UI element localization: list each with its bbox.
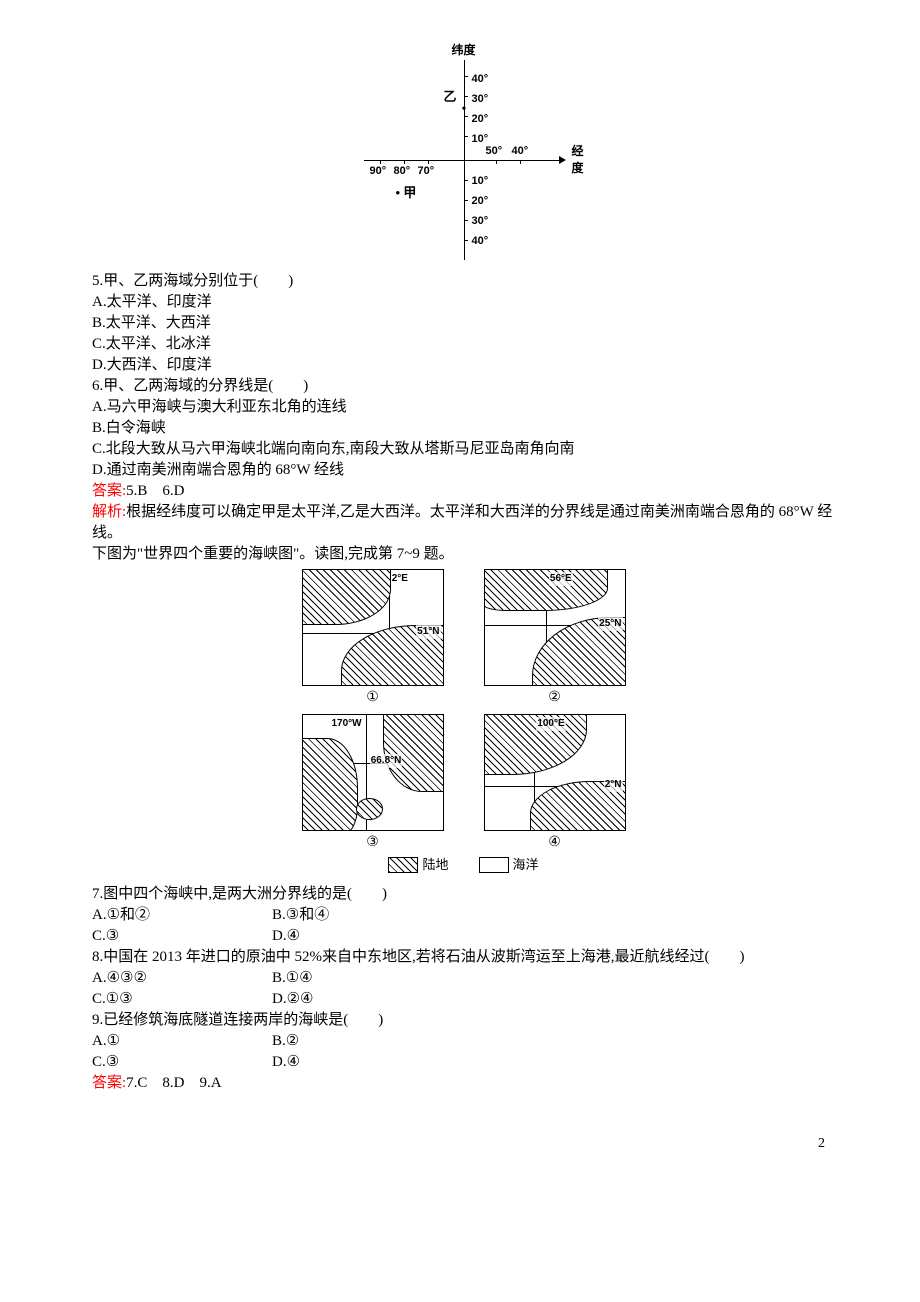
question-5: 5.甲、乙两海域分别位于( ) A.太平洋、印度洋 B.太平洋、大西洋 C.太平… [92,271,835,376]
page-number: 2 [92,1134,835,1154]
strait-1: 2°E 51°N ① [302,569,444,708]
coordinate-graph: 纬度 经度 40° 30° 20° 10° 10° 20° 30° 40° 90… [92,60,835,267]
q8-option-b: B.①④ [272,968,452,989]
strait-figure: 2°E 51°N ① 56°E 25°N ② [92,569,835,880]
q5-option-d: D.大西洋、印度洋 [92,355,835,376]
question-8: 8.中国在 2013 年进口的原油中 52%来自中东地区,若将石油从波斯湾运至上… [92,947,835,1010]
x-axis-label: 经度 [572,143,584,177]
q5-option-c: C.太平洋、北冰洋 [92,334,835,355]
q8-option-d: D.②④ [272,989,452,1010]
q8-option-c: C.①③ [92,989,272,1010]
strait-legend: 陆地 海洋 [302,856,626,874]
q8-stem: 8.中国在 2013 年进口的原油中 52%来自中东地区,若将石油从波斯湾运至上… [92,947,835,968]
figure-intro: 下图为"世界四个重要的海峡图"。读图,完成第 7~9 题。 [92,544,835,565]
q9-option-a: A.① [92,1031,272,1052]
analysis-5-6: 解析:根据经纬度可以确定甲是太平洋,乙是大西洋。太平洋和大西洋的分界线是通过南美… [92,502,835,544]
q6-option-d: D.通过南美洲南端合恩角的 68°W 经线 [92,460,835,481]
question-6: 6.甲、乙两海域的分界线是( ) A.马六甲海峡与澳大利亚东北角的连线 B.白令… [92,376,835,481]
strait-3: 170°W 66.8°N ③ [302,714,444,853]
q5-stem: 5.甲、乙两海域分别位于( ) [92,271,835,292]
q9-option-b: B.② [272,1031,452,1052]
q7-option-a: A.①和② [92,905,272,926]
q8-option-a: A.④③② [92,968,272,989]
q7-option-b: B.③和④ [272,905,452,926]
question-9: 9.已经修筑海底隧道连接两岸的海峡是( ) A.① B.② C.③ D.④ [92,1010,835,1073]
question-7: 7.图中四个海峡中,是两大洲分界线的是( ) A.①和② B.③和④ C.③ D… [92,884,835,947]
answer-5-6: 答案:5.B 6.D [92,481,835,502]
q9-stem: 9.已经修筑海底隧道连接两岸的海峡是( ) [92,1010,835,1031]
point-jia: • 甲 [396,184,417,202]
q6-option-c: C.北段大致从马六甲海峡北端向南向东,南段大致从塔斯马尼亚岛南角向南 [92,439,835,460]
q6-option-a: A.马六甲海峡与澳大利亚东北角的连线 [92,397,835,418]
strait-4: 100°E 2°N ④ [484,714,626,853]
q5-option-b: B.太平洋、大西洋 [92,313,835,334]
q7-option-d: D.④ [272,926,452,947]
answer-7-8-9: 答案:7.C 8.D 9.A [92,1073,835,1094]
y-axis-label: 纬度 [451,42,475,59]
q5-option-a: A.太平洋、印度洋 [92,292,835,313]
q6-stem: 6.甲、乙两海域的分界线是( ) [92,376,835,397]
point-yi: 乙 [444,88,457,106]
strait-2: 56°E 25°N ② [484,569,626,708]
q6-option-b: B.白令海峡 [92,418,835,439]
q7-stem: 7.图中四个海峡中,是两大洲分界线的是( ) [92,884,835,905]
q7-option-c: C.③ [92,926,272,947]
q9-option-d: D.④ [272,1052,452,1073]
q9-option-c: C.③ [92,1052,272,1073]
